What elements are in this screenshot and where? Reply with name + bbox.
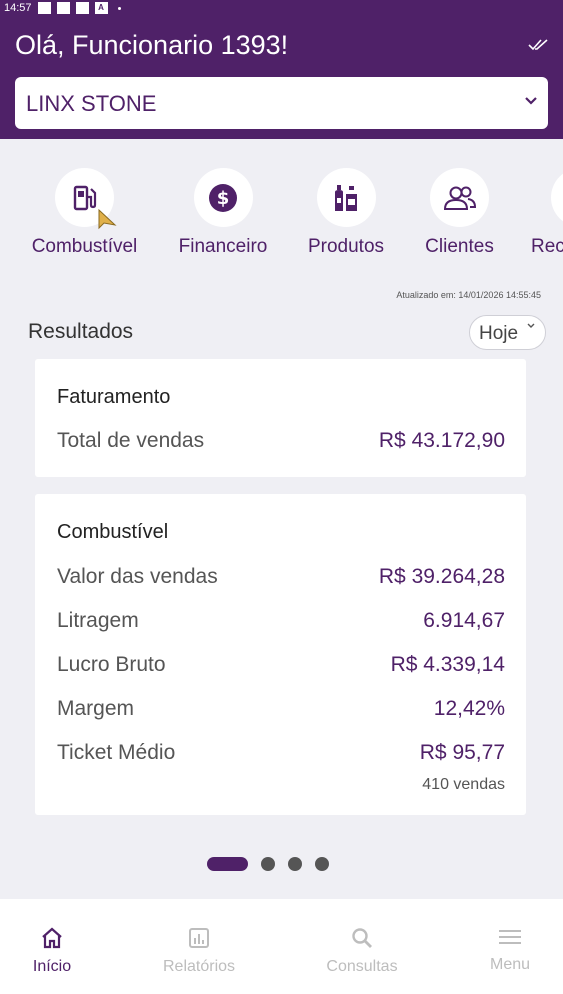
nav-label: Relatórios — [162, 958, 236, 975]
search-icon — [352, 928, 372, 948]
category-label: Rec — [531, 236, 563, 257]
category-clientes[interactable]: Clientes — [412, 168, 507, 258]
nav-consultas[interactable]: Consultas — [312, 927, 412, 976]
card-title: Faturamento — [57, 386, 171, 408]
category-label: Produtos — [307, 236, 385, 257]
nav-label: Menu — [489, 956, 531, 973]
faturamento-card[interactable]: Faturamento Total de vendas R$ 43.172,90 — [35, 359, 526, 477]
notification-icon — [56, 2, 70, 14]
carousel-dot[interactable] — [261, 857, 275, 871]
ticket-medio-label: Ticket Médio — [57, 741, 176, 764]
category-label: Financeiro — [178, 236, 268, 257]
bottles-icon — [335, 184, 357, 211]
svg-text:$: $ — [217, 188, 230, 209]
total-vendas-label: Total de vendas — [57, 429, 205, 452]
updated-timestamp: Atualizado em: 14/01/2026 14:55:45 — [396, 290, 541, 300]
litragem-label: Litragem — [57, 609, 139, 632]
total-vendas-value: R$ 43.172,90 — [378, 429, 505, 452]
carousel-indicator — [207, 857, 329, 871]
nav-relatorios[interactable]: Relatórios — [149, 927, 249, 976]
results-title: Resultados — [28, 320, 134, 343]
margem-label: Margem — [57, 697, 135, 720]
carousel-dot-active[interactable] — [207, 857, 248, 871]
mouse-cursor-icon — [98, 208, 117, 230]
notification-icon — [37, 2, 51, 14]
category-icon-wrap — [316, 168, 376, 227]
nav-label: Consultas — [326, 958, 398, 975]
nav-label: Início — [32, 958, 72, 975]
category-partial[interactable]: Rec — [531, 168, 563, 258]
valor-vendas-label: Valor das vendas — [57, 565, 218, 588]
category-produtos[interactable]: Produtos — [296, 168, 396, 258]
category-label: Combustível — [31, 236, 138, 257]
margem-value: 12,42% — [433, 697, 505, 720]
chevron-down-icon — [527, 323, 535, 328]
carousel-dot[interactable] — [288, 857, 302, 871]
nav-menu[interactable]: Menu — [460, 927, 560, 974]
menu-icon — [499, 930, 521, 944]
notification-icon: A — [94, 2, 108, 14]
home-icon — [42, 927, 62, 949]
store-select[interactable]: LINX STONE — [15, 77, 548, 129]
notification-icon — [75, 2, 89, 14]
category-combustivel[interactable]: Combustível — [27, 168, 142, 258]
status-time: 14:57 — [4, 2, 32, 14]
app-header: 14:57 A Olá, Funcionario 1393! LINX STON… — [0, 0, 563, 139]
lucro-bruto-value: R$ 4.339,14 — [390, 653, 505, 676]
nav-inicio[interactable]: Início — [2, 927, 102, 976]
bottom-navigation: Início Relatórios Consultas Menu — [0, 899, 563, 994]
combustivel-card[interactable]: Combustível Valor das vendas R$ 39.264,2… — [35, 494, 526, 815]
chart-icon — [189, 928, 209, 948]
dollar-icon: $ — [209, 183, 237, 212]
lucro-bruto-label: Lucro Bruto — [57, 653, 166, 676]
vendas-count: 410 vendas — [422, 776, 505, 793]
card-title: Combustível — [57, 521, 169, 543]
category-icon-wrap — [430, 168, 489, 227]
period-select-value: Hoje — [479, 323, 519, 344]
store-select-value: LINX STONE — [26, 91, 157, 116]
category-financeiro[interactable]: $ Financeiro — [173, 168, 273, 258]
ticket-medio-value: R$ 95,77 — [419, 741, 505, 764]
more-notifications-icon — [117, 6, 121, 10]
litragem-value: 6.914,67 — [423, 609, 505, 632]
fuel-pump-icon — [73, 185, 96, 210]
category-carousel[interactable]: Combustível $ Financeiro Produtos Client… — [0, 168, 563, 268]
valor-vendas-value: R$ 39.264,28 — [378, 565, 505, 588]
status-bar: 14:57 A — [4, 1, 121, 15]
carousel-dot[interactable] — [315, 857, 329, 871]
double-check-icon[interactable] — [528, 38, 550, 52]
chevron-down-icon — [525, 97, 537, 105]
category-label: Clientes — [425, 236, 494, 257]
category-icon-wrap — [551, 168, 563, 227]
greeting-title: Olá, Funcionario 1393! — [15, 30, 289, 60]
users-icon — [443, 186, 476, 210]
category-icon-wrap: $ — [193, 168, 253, 227]
period-select[interactable]: Hoje — [469, 315, 546, 350]
